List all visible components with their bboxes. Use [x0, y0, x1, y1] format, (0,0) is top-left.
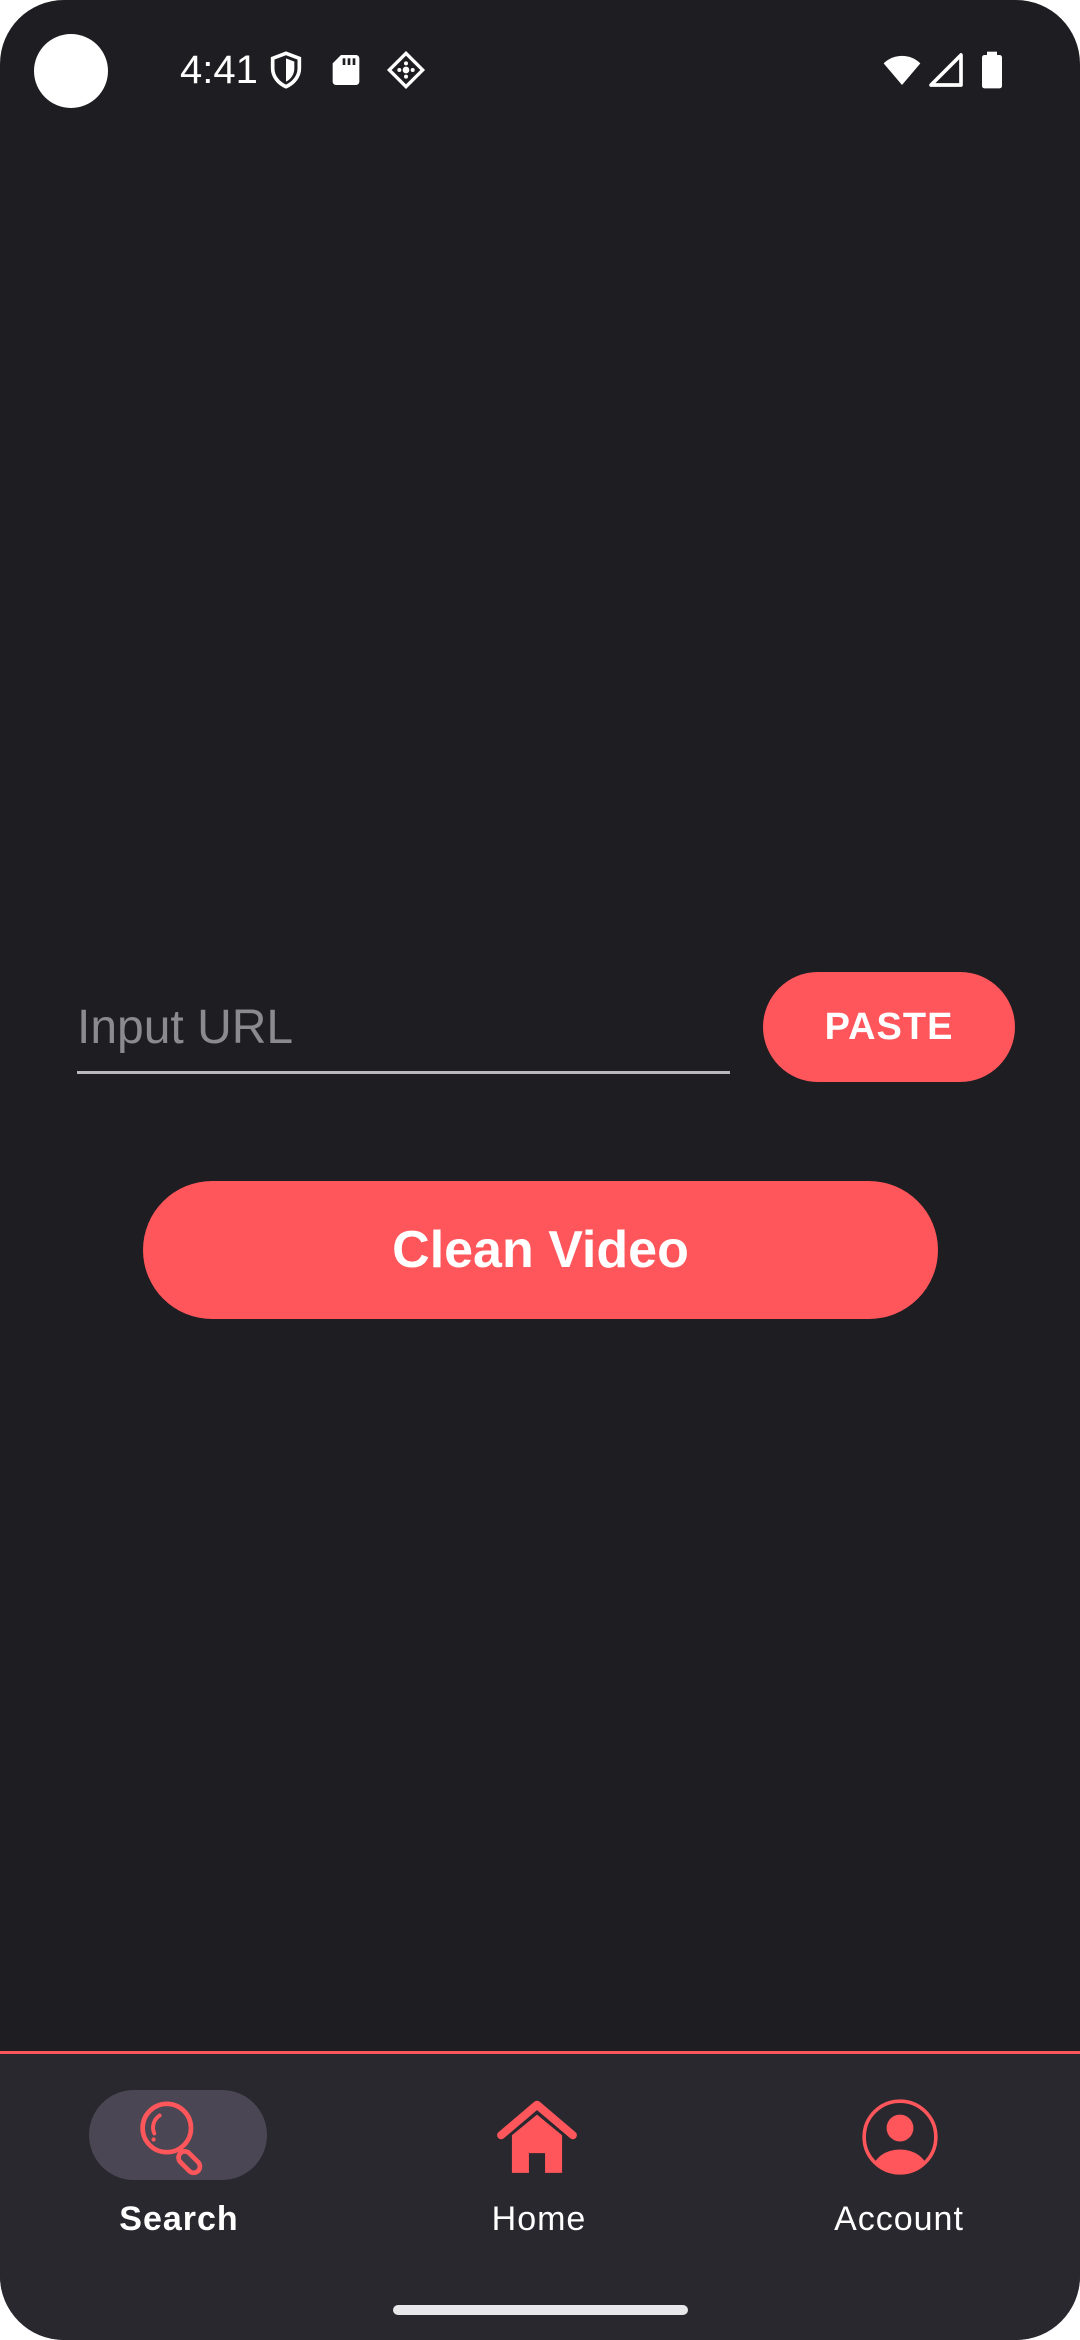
paste-button[interactable]: PASTE — [763, 972, 1015, 1082]
search-icon — [131, 2094, 217, 2180]
sd-card-icon — [326, 50, 366, 90]
shield-icon — [266, 50, 306, 90]
signal-icon — [926, 50, 966, 90]
gesture-home-indicator[interactable] — [393, 2305, 688, 2315]
app-screen: 4:41 PASTE Clean Video — [0, 0, 1080, 2340]
status-time: 4:41 — [180, 48, 258, 92]
battery-icon — [972, 50, 1012, 90]
nav-item-search[interactable]: Search — [29, 2084, 329, 2284]
url-field[interactable] — [77, 985, 730, 1074]
nav-item-account[interactable]: Account — [749, 2084, 1049, 2284]
account-icon — [857, 2094, 943, 2180]
wifi-icon — [882, 50, 922, 90]
status-bar: 4:41 — [0, 0, 1080, 140]
nav-item-home[interactable]: Home — [389, 2084, 689, 2284]
bottom-navigation: Search Home Account — [0, 2051, 1080, 2340]
camera-cutout — [34, 34, 108, 108]
location-icon — [386, 50, 426, 90]
nav-label-account: Account — [834, 2200, 964, 2238]
nav-label-home: Home — [491, 2200, 587, 2238]
clean-video-button[interactable]: Clean Video — [143, 1181, 938, 1319]
url-input[interactable] — [77, 985, 730, 1069]
nav-label-search: Search — [119, 2200, 239, 2238]
home-icon — [494, 2094, 580, 2180]
